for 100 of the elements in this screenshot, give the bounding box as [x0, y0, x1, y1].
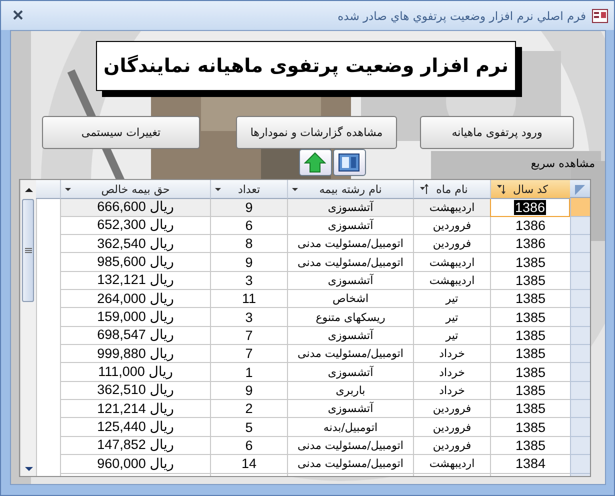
row-selector[interactable]: [570, 400, 590, 418]
table-cell: ريال 132,121: [60, 272, 210, 290]
menu-button[interactable]: ورود پرتفوی ماهیانه: [420, 116, 574, 149]
row-selector[interactable]: [570, 455, 590, 474]
navigate-up-button[interactable]: [298, 149, 332, 176]
table-cell: ريال 960,000: [60, 455, 210, 474]
column-header[interactable]: نام رشته بیمه: [287, 180, 413, 199]
table-cell: فروردين: [413, 418, 490, 437]
menu-button[interactable]: تغییرات سیستمی: [42, 116, 200, 149]
table-cell: 1385: [490, 418, 570, 437]
table-cell: باربری: [287, 382, 413, 400]
scrollbar-thumb[interactable]: [22, 199, 34, 302]
window-icon: [338, 152, 360, 173]
table-cell: ريال 985,600: [60, 253, 210, 272]
column-header[interactable]: حق بیمه خالص: [60, 180, 210, 199]
table-cell: اتومبيل/مسئوليت مدنی: [287, 253, 413, 272]
table-cell: فروردين: [413, 235, 490, 254]
table-cell: 1385: [490, 253, 570, 272]
table-cell: 7: [210, 345, 287, 364]
menu-button[interactable]: مشاهده گزارشات و نمودارها: [236, 116, 397, 149]
table-cell: 1384: [490, 455, 570, 474]
table-cell: تير: [413, 326, 490, 346]
row-selector[interactable]: [570, 290, 590, 308]
table-cell: آتشسوزی: [287, 363, 413, 382]
table-cell: 9: [210, 253, 287, 272]
table-cell: 1385: [490, 272, 570, 290]
table-cell: 1386: [490, 235, 570, 254]
row-selector[interactable]: [570, 363, 590, 382]
row-selector[interactable]: [570, 272, 590, 290]
table-cell: فروردين: [413, 400, 490, 418]
table-cell: ريال 147,852: [60, 436, 210, 456]
quick-view-label: مشاهده سريع: [530, 157, 595, 170]
row-selector[interactable]: [570, 418, 590, 437]
scroll-up-icon[interactable]: [24, 187, 34, 193]
table-cell: تير: [413, 290, 490, 308]
table-cell: 8: [210, 235, 287, 254]
row-selector[interactable]: [570, 308, 590, 327]
table-cell: 1385: [490, 290, 570, 308]
table-cell: 9: [210, 198, 287, 217]
row-selector[interactable]: [570, 198, 590, 217]
table-cell: ريال 362,540: [60, 235, 210, 254]
form-view-button[interactable]: [332, 149, 366, 176]
up-arrow-icon: [304, 152, 326, 173]
column-header[interactable]: کد سال: [490, 180, 570, 199]
row-selector[interactable]: [570, 382, 590, 400]
table-cell: فروردين: [413, 216, 490, 236]
row-selector[interactable]: [570, 326, 590, 346]
table-cell: تير: [413, 308, 490, 327]
table-cell: 6: [210, 436, 287, 456]
table-cell: 1385: [490, 345, 570, 364]
column-header[interactable]: نام ماه: [413, 180, 490, 199]
row-selector[interactable]: [570, 253, 590, 272]
table-cell: ريال 698,547: [60, 326, 210, 346]
sort-descending-icon[interactable]: [497, 184, 506, 194]
scroll-down-icon[interactable]: [24, 466, 34, 472]
row-selector[interactable]: [570, 216, 590, 236]
close-icon: [13, 10, 23, 20]
table-cell: 11: [210, 290, 287, 308]
dropdown-arrow-icon[interactable]: [65, 188, 71, 191]
table-cell: 1385: [490, 382, 570, 400]
table-cell: اتومبيل/مسئوليت مدنی: [287, 235, 413, 254]
grip-icon: [25, 248, 32, 253]
table-cell: اتومبيل/بدنه: [287, 418, 413, 437]
table-cell: ريال 159,000: [60, 308, 210, 327]
table-cell: 3: [210, 308, 287, 327]
table-cell: 14: [210, 455, 287, 474]
row-selector[interactable]: [570, 436, 590, 456]
table-cell: آتشسوزی: [287, 326, 413, 346]
table-cell: 1386: [490, 216, 570, 236]
table-cell: 1386: [490, 198, 570, 217]
column-header[interactable]: تعداد: [210, 180, 287, 199]
dropdown-arrow-icon[interactable]: [215, 188, 221, 191]
row-selector[interactable]: [570, 345, 590, 364]
table-cell: 1385: [490, 400, 570, 418]
table-cell: اتومبيل/مسئوليت مدنی: [287, 436, 413, 456]
table-cell: 1385: [490, 308, 570, 327]
table-cell: خرداد: [413, 363, 490, 382]
corner-triangle-icon: [573, 183, 587, 197]
table-cell: اردیبهشت: [413, 198, 490, 217]
table-cell: 6: [210, 216, 287, 236]
select-all-corner[interactable]: [570, 180, 590, 198]
form-icon: [592, 8, 608, 22]
table-cell: اشخاص: [287, 290, 413, 308]
sort-ascending-icon[interactable]: [420, 184, 429, 194]
table-cell: 5: [210, 418, 287, 437]
table-cell: اتومبيل/مسئوليت مدنی: [287, 345, 413, 364]
window-title: فرم اصلي نرم افزار وضعيت پرتفوي هاي صادر شده: [336, 8, 586, 22]
table-cell: ريال 125,440: [60, 418, 210, 437]
table-cell: خرداد: [413, 382, 490, 400]
table-cell: 9: [210, 382, 287, 400]
table-cell: ريال 666,600: [60, 198, 210, 217]
table-cell: آتشسوزی: [287, 198, 413, 217]
table-cell: آتشسوزی: [287, 216, 413, 236]
dropdown-arrow-icon[interactable]: [292, 188, 298, 191]
table-cell: ريال 362,510: [60, 382, 210, 400]
table-cell: 1385: [490, 436, 570, 456]
table-cell: 1385: [490, 326, 570, 346]
row-selector[interactable]: [570, 235, 590, 254]
table-cell: 3: [210, 272, 287, 290]
table-cell: 1385: [490, 363, 570, 382]
